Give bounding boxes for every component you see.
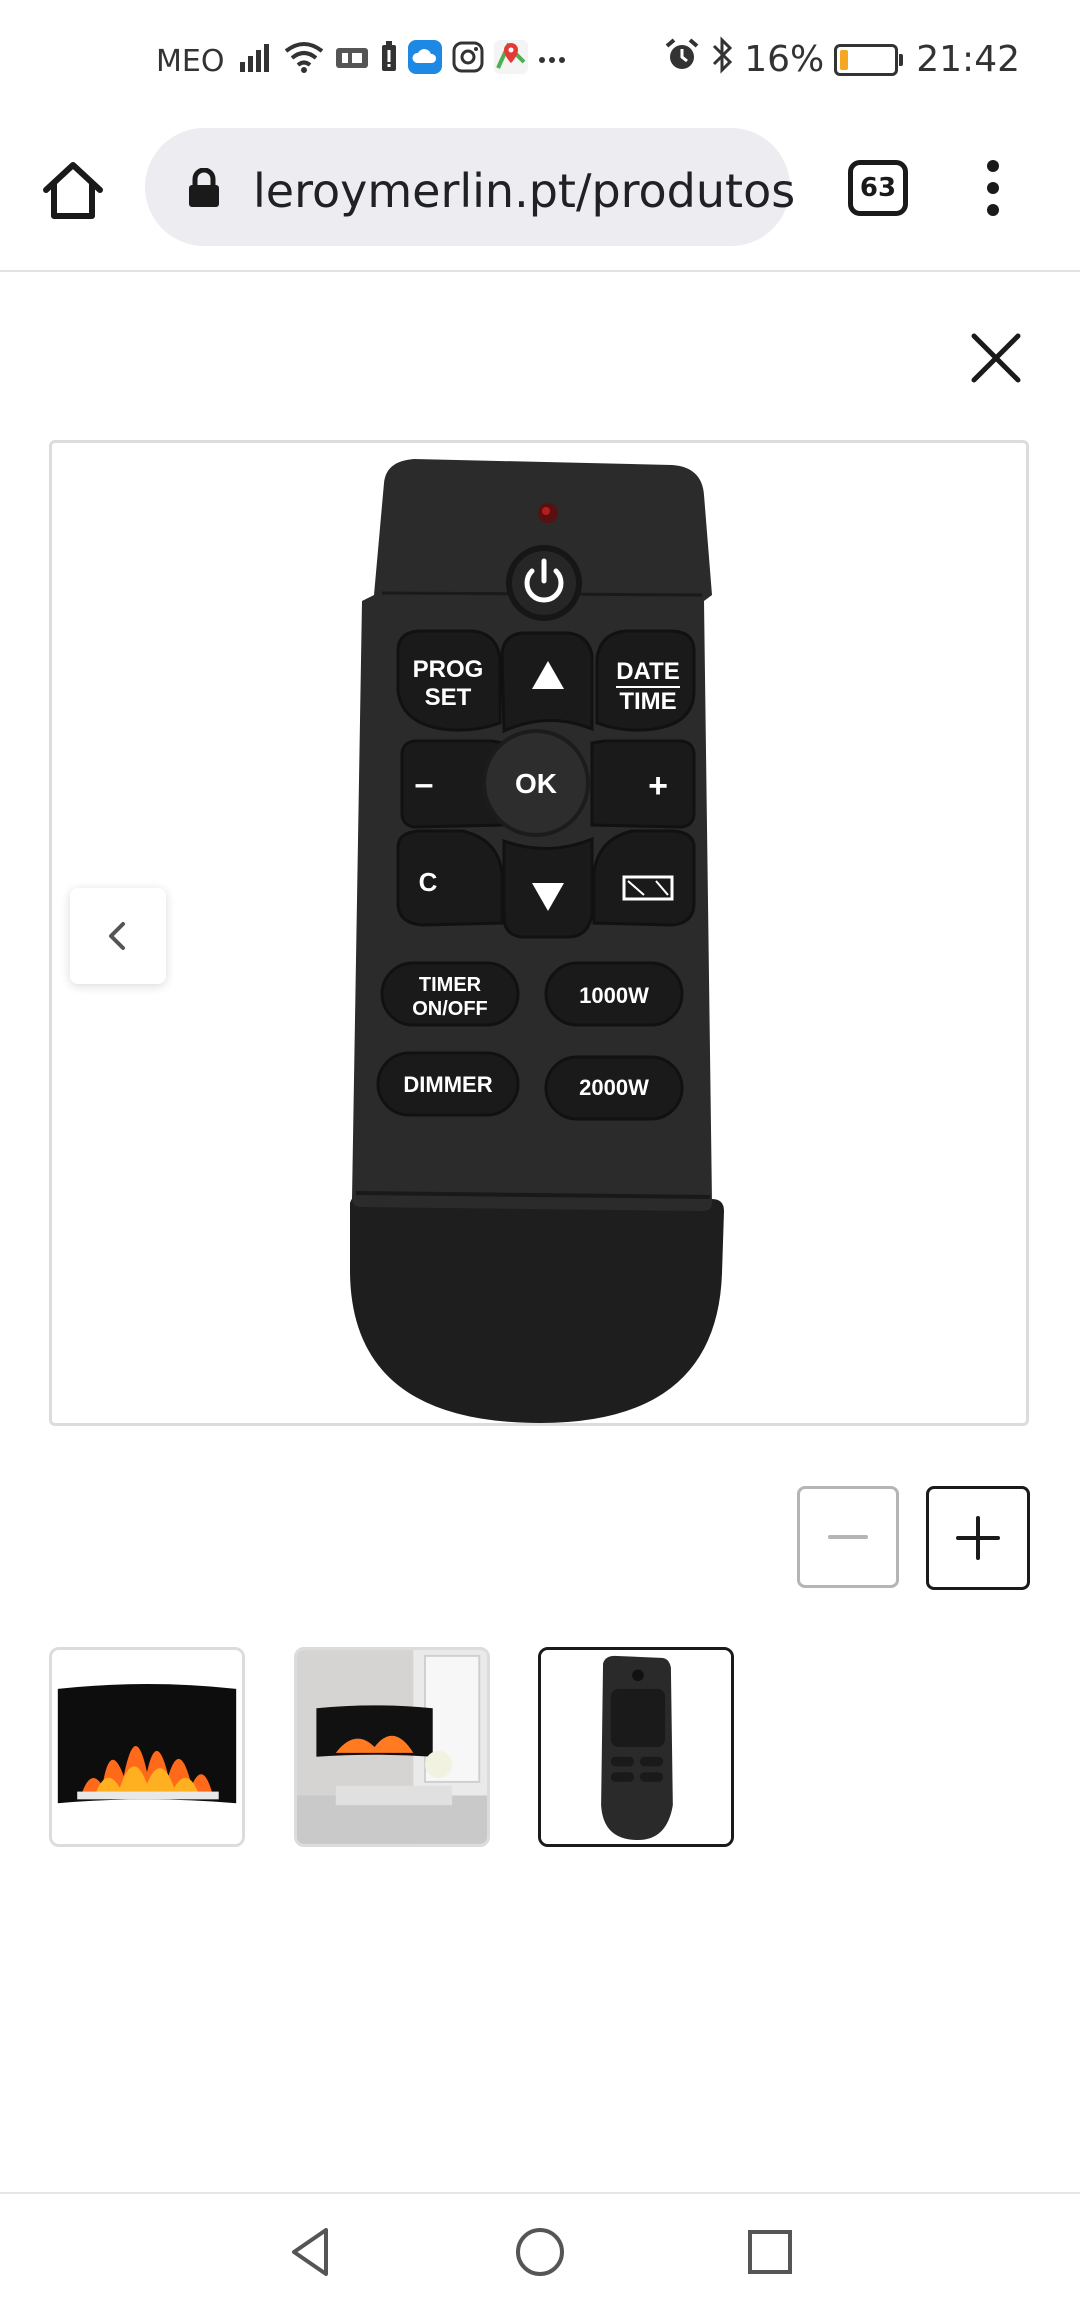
lock-icon xyxy=(189,168,219,207)
instagram-icon xyxy=(452,41,484,77)
thumbnail-remote-control[interactable] xyxy=(538,1647,734,1847)
clock-time: 21:42 xyxy=(916,39,1020,80)
svg-text:DATE: DATE xyxy=(616,658,680,685)
maps-icon xyxy=(494,40,528,78)
home-icon xyxy=(43,162,103,219)
main-product-image: PROG SET DATE TIME – + OK C TIMER ON/OFF xyxy=(49,440,1029,1426)
tab-switcher-button[interactable]: 63 xyxy=(848,160,908,216)
status-bar: MEO 16% 21:42 xyxy=(0,0,1080,120)
tab-count: 63 xyxy=(859,173,897,203)
zoom-in-button[interactable] xyxy=(926,1486,1030,1590)
wifi-icon xyxy=(284,41,324,77)
svg-text:ON/OFF: ON/OFF xyxy=(412,998,488,1020)
svg-text:–: – xyxy=(415,765,434,803)
svg-text:DIMMER: DIMMER xyxy=(403,1072,492,1097)
svg-text:TIMER: TIMER xyxy=(419,974,482,996)
back-triangle-icon xyxy=(292,2228,328,2276)
fireplace-thumbnail-image xyxy=(52,1650,242,1844)
battery-icon xyxy=(834,43,904,76)
home-circle-icon xyxy=(516,2228,564,2276)
home-button[interactable] xyxy=(38,156,108,226)
minus-icon xyxy=(828,1535,868,1539)
close-gallery-button[interactable] xyxy=(966,328,1026,388)
data-saver-icon xyxy=(334,42,370,76)
system-navigation-bar xyxy=(0,2192,1080,2312)
address-bar[interactable]: leroymerlin.pt/produtos xyxy=(145,128,795,246)
carrier-label: MEO xyxy=(156,44,225,79)
svg-text:OK: OK xyxy=(515,768,557,799)
svg-text:2000W: 2000W xyxy=(579,1075,649,1100)
url-text: leroymerlin.pt/produtos xyxy=(253,164,796,218)
remote-thumbnail-image xyxy=(541,1650,731,1844)
more-vert-icon xyxy=(987,160,999,216)
close-icon xyxy=(971,333,1021,383)
back-button[interactable] xyxy=(282,2224,338,2280)
svg-text:TIME: TIME xyxy=(619,688,676,715)
battery-percent: 16% xyxy=(744,39,825,80)
thumbnail-fireplace-room[interactable] xyxy=(294,1647,490,1847)
home-nav-button[interactable] xyxy=(512,2224,568,2280)
browser-menu-button[interactable] xyxy=(978,158,1008,218)
more-notifications-icon xyxy=(538,50,566,69)
recents-button[interactable] xyxy=(742,2224,798,2280)
plus-icon xyxy=(956,1516,1000,1560)
remote-control-image: PROG SET DATE TIME – + OK C TIMER ON/OFF xyxy=(350,459,724,1423)
svg-text:PROG: PROG xyxy=(413,656,484,683)
svg-text:SET: SET xyxy=(425,684,472,711)
thumbnail-fireplace-front[interactable] xyxy=(49,1647,245,1847)
svg-text:C: C xyxy=(419,867,438,897)
svg-text:1000W: 1000W xyxy=(579,983,649,1008)
signal-icon xyxy=(238,42,274,76)
chevron-left-icon xyxy=(109,922,125,950)
room-thumbnail-image xyxy=(297,1650,487,1844)
browser-toolbar: leroymerlin.pt/produtos 63 xyxy=(0,120,1080,272)
cloud-icon xyxy=(408,40,442,78)
bluetooth-icon xyxy=(710,36,734,83)
svg-text:+: + xyxy=(648,767,668,805)
previous-image-button[interactable] xyxy=(70,888,166,984)
battery-level-fill xyxy=(840,49,849,70)
alarm-icon xyxy=(664,37,700,82)
zoom-out-button[interactable] xyxy=(797,1486,899,1588)
battery-saver-icon xyxy=(380,41,398,77)
recents-square-icon xyxy=(748,2230,792,2274)
